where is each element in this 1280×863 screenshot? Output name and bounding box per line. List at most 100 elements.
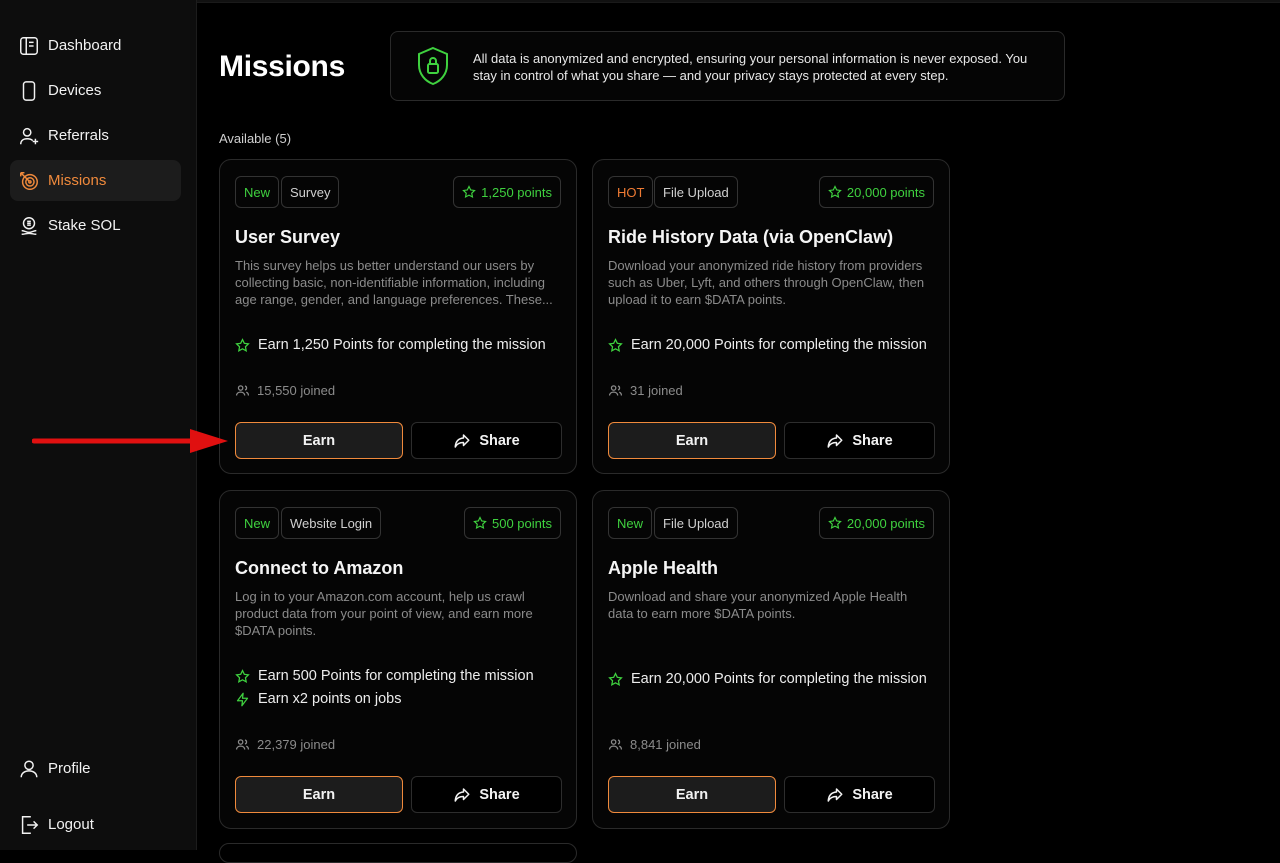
star-icon	[828, 185, 842, 199]
mission-card: New File Upload 20,000 points Apple Heal…	[592, 490, 950, 829]
sidebar-item-stake-sol[interactable]: Stake SOL	[10, 205, 181, 246]
points-badge: 1,250 points	[453, 176, 561, 208]
users-icon	[235, 385, 250, 396]
joined-label: 15,550 joined	[257, 383, 336, 398]
share-button[interactable]: Share	[411, 422, 562, 459]
mission-description: Download your anonymized ride history fr…	[608, 258, 925, 307]
tag-type: File Upload	[654, 176, 738, 208]
logout-icon	[21, 815, 39, 834]
share-label: Share	[852, 432, 893, 449]
points-label: 1,250 points	[481, 184, 552, 200]
reward-label: Earn 500 Points for completing the missi…	[258, 668, 534, 684]
joined-label: 31 joined	[630, 383, 683, 398]
share-button[interactable]: Share	[784, 776, 935, 813]
reward-item: Earn 1,250 Points for completing the mis…	[235, 337, 546, 353]
shield-lock-icon	[418, 46, 448, 86]
sidebar-item-label: Referrals	[48, 127, 109, 144]
tag-new: New	[235, 176, 280, 208]
star-icon	[608, 337, 623, 352]
earn-button[interactable]: Earn	[235, 776, 403, 813]
sidebar-item-label: Logout	[48, 816, 94, 833]
tag-hot: HOT	[608, 176, 654, 208]
sidebar-item-label: Stake SOL	[48, 217, 121, 234]
user-icon	[20, 759, 38, 777]
page-title: Missions	[219, 50, 345, 83]
mission-card: New Survey 1,250 points User Survey This…	[219, 159, 577, 474]
joined-label: 22,379 joined	[257, 737, 336, 752]
tag-new: New	[235, 507, 280, 539]
points-label: 20,000 points	[846, 184, 925, 200]
target-icon	[20, 171, 38, 190]
earn-button[interactable]: Earn	[608, 776, 776, 813]
share-button[interactable]: Share	[411, 776, 562, 813]
sidebar-item-dashboard[interactable]: Dashboard	[10, 25, 181, 66]
mission-description: Log in to your Amazon.com account, help …	[235, 589, 533, 638]
sidebar-item-missions[interactable]: Missions	[10, 160, 181, 201]
sidebar-item-label: Profile	[48, 760, 91, 777]
points-badge: 20,000 points	[818, 507, 934, 539]
sidebar-item-devices[interactable]: Devices	[10, 70, 181, 111]
reward-item: Earn 500 Points for completing the missi…	[235, 668, 534, 684]
users-icon	[235, 739, 250, 750]
mission-card: New Website Login 500 points Connect to …	[219, 490, 577, 829]
share-icon	[827, 787, 843, 802]
share-icon	[827, 433, 843, 448]
mission-title: User Survey	[235, 227, 341, 247]
dashboard-icon	[20, 36, 38, 55]
stake-icon	[21, 216, 37, 235]
mission-card: HOT File Upload 20,000 points Ride Histo…	[592, 159, 950, 474]
joined-count: 22,379 joined	[235, 737, 335, 752]
tag-new: New	[608, 507, 653, 539]
referrals-icon	[20, 127, 39, 144]
sidebar: Dashboard Devices Referrals Missions Sta…	[0, 0, 197, 850]
top-border	[197, 0, 1280, 3]
share-icon	[454, 787, 470, 802]
tag-type: Website Login	[281, 507, 382, 539]
tag-type: Survey	[281, 176, 340, 208]
reward-label: Earn 20,000 Points for completing the mi…	[631, 671, 927, 687]
points-badge: 20,000 points	[818, 176, 934, 208]
points-badge: 500 points	[464, 507, 561, 539]
reward-label: Earn x2 points on jobs	[258, 691, 402, 707]
joined-count: 15,550 joined	[235, 383, 335, 398]
star-icon	[608, 671, 623, 686]
reward-label: Earn 20,000 Points for completing the mi…	[631, 337, 927, 353]
mission-title: Ride History Data (via OpenClaw)	[608, 227, 894, 247]
earn-button[interactable]: Earn	[235, 422, 403, 459]
reward-item: Earn x2 points on jobs	[235, 691, 401, 707]
users-icon	[608, 385, 623, 396]
star-icon	[828, 516, 842, 530]
device-icon	[22, 80, 36, 101]
points-label: 20,000 points	[846, 515, 925, 531]
share-button[interactable]: Share	[784, 422, 935, 459]
annotation-arrow-icon	[32, 429, 228, 453]
sidebar-item-profile[interactable]: Profile	[10, 748, 181, 789]
users-icon	[608, 739, 623, 750]
sidebar-item-referrals[interactable]: Referrals	[10, 115, 181, 156]
star-icon	[235, 337, 250, 352]
sidebar-item-logout[interactable]: Logout	[10, 804, 181, 845]
sidebar-item-label: Dashboard	[48, 37, 122, 54]
joined-count: 8,841 joined	[608, 737, 701, 752]
star-icon	[235, 668, 250, 683]
mission-description: This survey helps us better understand o…	[235, 258, 553, 307]
reward-item: Earn 20,000 Points for completing the mi…	[608, 337, 927, 353]
sidebar-item-label: Devices	[48, 82, 102, 99]
points-label: 500 points	[492, 515, 552, 531]
reward-label: Earn 1,250 Points for completing the mis…	[258, 337, 546, 353]
mission-card-partial	[219, 843, 577, 863]
privacy-text: All data is anonymized and encrypted, en…	[473, 51, 1028, 83]
sidebar-item-label: Missions	[48, 172, 107, 189]
star-icon	[462, 185, 476, 199]
tag-type: File Upload	[654, 507, 738, 539]
mission-description: Download and share your anonymized Apple…	[608, 589, 908, 621]
star-icon	[473, 516, 487, 530]
lightning-icon	[236, 692, 249, 706]
joined-count: 31 joined	[608, 383, 683, 398]
share-label: Share	[479, 786, 520, 803]
mission-title: Connect to Amazon	[235, 558, 404, 578]
share-icon	[454, 433, 470, 448]
share-label: Share	[479, 432, 520, 449]
earn-button[interactable]: Earn	[608, 422, 776, 459]
available-count: Available (5)	[219, 131, 292, 146]
